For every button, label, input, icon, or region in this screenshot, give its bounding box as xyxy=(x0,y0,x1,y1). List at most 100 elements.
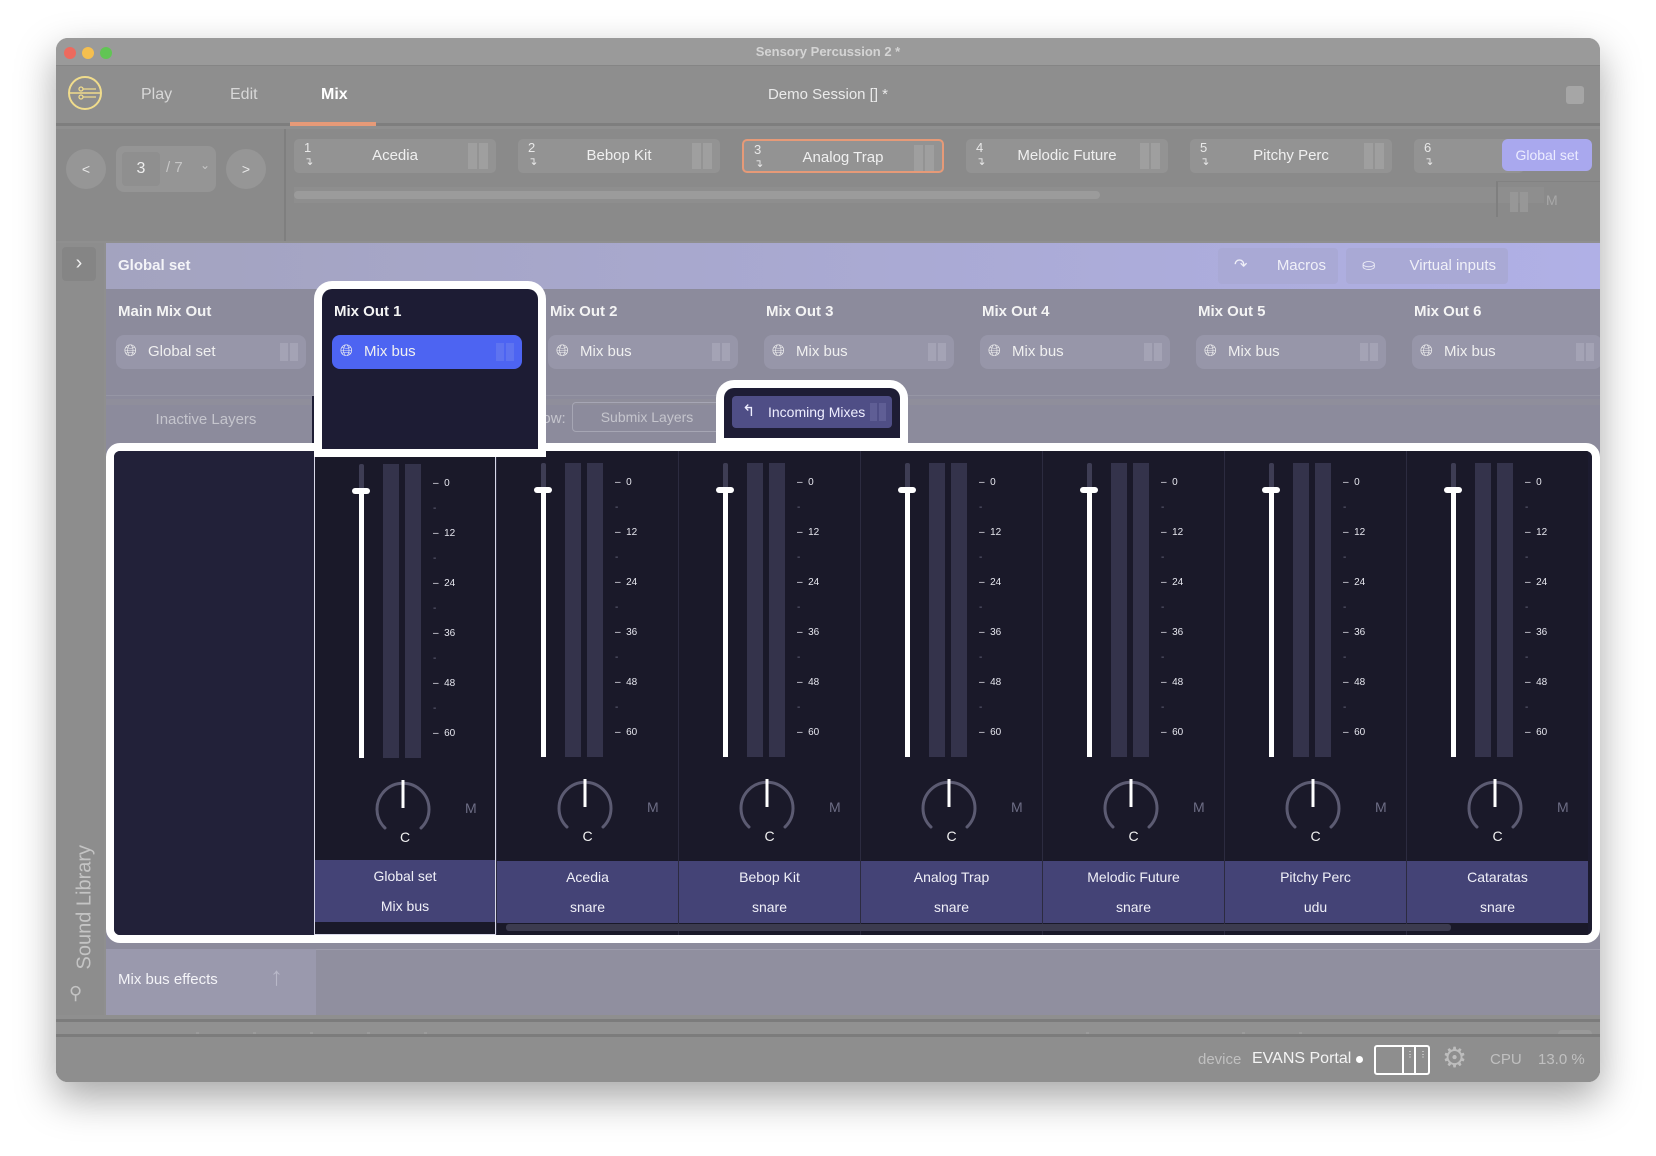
inactive-layers-column xyxy=(114,451,326,935)
mixer-scrollbar[interactable] xyxy=(506,924,1451,931)
virtual-inputs-button[interactable]: ⛀ Virtual inputs xyxy=(1346,248,1508,284)
set-tab-label: Pitchy Perc xyxy=(1253,147,1329,164)
session-title[interactable]: Demo Session [] * xyxy=(56,86,1600,103)
meter-tick-label: – 60 xyxy=(615,727,638,738)
settings-gear-icon[interactable]: ⚙ xyxy=(1442,1043,1467,1073)
routing-arrow-icon: ↴ xyxy=(976,156,986,168)
level-meter-icon xyxy=(1140,143,1160,169)
strip-name-box[interactable]: Pitchy Perc udu xyxy=(1225,861,1406,923)
level-meter-left xyxy=(1111,463,1127,757)
meter-tick-minor: - xyxy=(1343,702,1347,713)
fader-handle[interactable] xyxy=(534,486,552,493)
level-meter-right xyxy=(405,464,421,758)
level-meter-icon xyxy=(1360,343,1378,361)
mix-out-source-selector[interactable]: 🌐︎ Mix bus xyxy=(764,335,954,369)
device-layout-icon[interactable]: ⋮ ⋮ xyxy=(1374,1045,1430,1075)
mix-out-source-selector[interactable]: 🌐︎ Global set xyxy=(116,335,306,369)
set-tab[interactable]: 5 ↴ Pitchy Perc xyxy=(1190,139,1392,173)
mix-out-source-selector[interactable]: 🌐︎ Mix bus xyxy=(1412,335,1600,369)
sound-library-toggle[interactable]: Sound Library xyxy=(74,820,97,970)
prev-set-button[interactable]: < xyxy=(66,149,106,189)
strip-name: Analog Trap xyxy=(913,869,990,885)
meter-tick-label: – 48 xyxy=(1343,677,1366,688)
macros-button[interactable]: ↷ Macros xyxy=(1218,248,1338,284)
chevron-right-icon[interactable]: › xyxy=(62,247,96,281)
globe-icon: 🌐︎ xyxy=(340,343,353,360)
mute-button[interactable]: M xyxy=(1011,799,1023,815)
meter-tick-label: – 36 xyxy=(433,628,456,639)
meter-tick-label: – 24 xyxy=(433,578,456,589)
global-set-mute-area: M xyxy=(1496,181,1600,217)
mute-button[interactable]: M xyxy=(1193,799,1205,815)
set-tab-number: 6 xyxy=(1424,140,1432,155)
set-tab-active[interactable]: 3 ↴ Analog Trap xyxy=(742,139,944,173)
mute-button[interactable]: M xyxy=(465,800,477,816)
meter-tick-label: – 48 xyxy=(615,677,638,688)
fader-handle[interactable] xyxy=(352,487,370,494)
strip-name-box[interactable]: Melodic Future snare xyxy=(1043,861,1224,923)
mute-button[interactable]: M xyxy=(829,799,841,815)
pan-value: C xyxy=(946,828,957,844)
mix-bus-effects-panel[interactable]: Mix bus effects ↑ xyxy=(106,949,316,1015)
meter-tick-label: – 0 xyxy=(433,478,450,489)
mix-out-title: Mix Out 5 xyxy=(1198,303,1266,320)
fader-handle[interactable] xyxy=(1080,486,1098,493)
mix-out-title: Mix Out 3 xyxy=(766,303,834,320)
mute-button[interactable]: M xyxy=(1557,799,1569,815)
arrow-up-icon[interactable]: ↑ xyxy=(270,961,283,992)
meter-tick-minor: - xyxy=(797,502,801,513)
fader-handle[interactable] xyxy=(1262,486,1280,493)
fader-handle[interactable] xyxy=(716,486,734,493)
mix-out-source-label: Mix bus xyxy=(1228,343,1280,360)
strip-name-box[interactable]: Bebop Kit snare xyxy=(679,861,860,923)
mix-out-source-label: Mix bus xyxy=(1444,343,1496,360)
meter-tick-minor: - xyxy=(979,652,983,663)
routing-arrow-icon: ↴ xyxy=(528,156,538,168)
mix-out-source-selector[interactable]: 🌐︎ Mix bus xyxy=(980,335,1170,369)
fader-handle[interactable] xyxy=(1444,486,1462,493)
fader-level xyxy=(1269,489,1274,757)
mute-button[interactable]: M xyxy=(647,799,659,815)
meter-scale: – 0 - – 12 - – 24 - – 36 - – 48 - – 60 xyxy=(1161,463,1211,757)
submix-layers-button[interactable]: Submix Layers xyxy=(572,402,722,432)
level-meter-icon xyxy=(1576,343,1594,361)
mix-out-source-selector[interactable]: 🌐︎ Mix bus xyxy=(1196,335,1386,369)
mix-out-source-selector[interactable]: 🌐︎ Mix bus xyxy=(548,335,738,369)
meter-tick-label: – 0 xyxy=(1161,477,1178,488)
chevron-down-icon[interactable]: ⌄ xyxy=(200,158,210,172)
meter-tick-label: – 48 xyxy=(1525,677,1548,688)
level-meter-icon xyxy=(870,403,886,421)
strip-name-box[interactable]: Cataratas snare xyxy=(1407,861,1588,923)
globe-icon: 🌐︎ xyxy=(124,343,137,360)
incoming-mixes-button[interactable]: ↰ Incoming Mixes xyxy=(732,396,892,428)
inactive-layers-tab[interactable]: Inactive Layers xyxy=(106,396,306,444)
tabs-scrollbar[interactable] xyxy=(294,191,1100,199)
strip-name-box[interactable]: Acedia snare xyxy=(497,861,678,923)
meter-tick-minor: - xyxy=(979,502,983,513)
mute-button[interactable]: M xyxy=(1375,799,1387,815)
pan-value: C xyxy=(399,829,411,845)
global-set-button[interactable]: Global set xyxy=(1502,139,1592,171)
device-name[interactable]: EVANS Portal xyxy=(1252,1050,1351,1068)
meter-tick-minor: - xyxy=(797,652,801,663)
set-tab[interactable]: 1 ↴ Acedia xyxy=(294,139,496,173)
strip-name-box[interactable]: Analog Trap snare xyxy=(861,861,1042,923)
level-meter-icon xyxy=(280,343,298,361)
mix-out-source-selector[interactable]: 🌐︎ Mix bus xyxy=(332,335,522,369)
global-mute-button[interactable]: M xyxy=(1546,192,1558,208)
mix-bus-effects-label: Mix bus effects xyxy=(118,971,218,988)
sound-library-rail: › Sound Library ⚲ xyxy=(56,243,104,1015)
set-selector[interactable]: 3 / 7 ⌄ xyxy=(116,146,216,192)
meter-tick-minor: - xyxy=(1343,652,1347,663)
fader-handle[interactable] xyxy=(898,486,916,493)
meter-tick-label: – 24 xyxy=(797,577,820,588)
mix-out-source-label: Mix bus xyxy=(1012,343,1064,360)
level-meter-left xyxy=(565,463,581,757)
next-set-button[interactable]: > xyxy=(226,149,266,189)
mix-out-column: Mix Out 4 🌐︎ Mix bus xyxy=(970,289,1186,397)
set-tab[interactable]: 2 ↴ Bebop Kit xyxy=(518,139,720,173)
strip-name-box[interactable]: Global set Mix bus xyxy=(315,860,495,922)
set-tab[interactable]: 4 ↴ Melodic Future xyxy=(966,139,1168,173)
window-mode-icon[interactable] xyxy=(1566,86,1584,104)
current-set-number[interactable]: 3 xyxy=(122,152,160,186)
